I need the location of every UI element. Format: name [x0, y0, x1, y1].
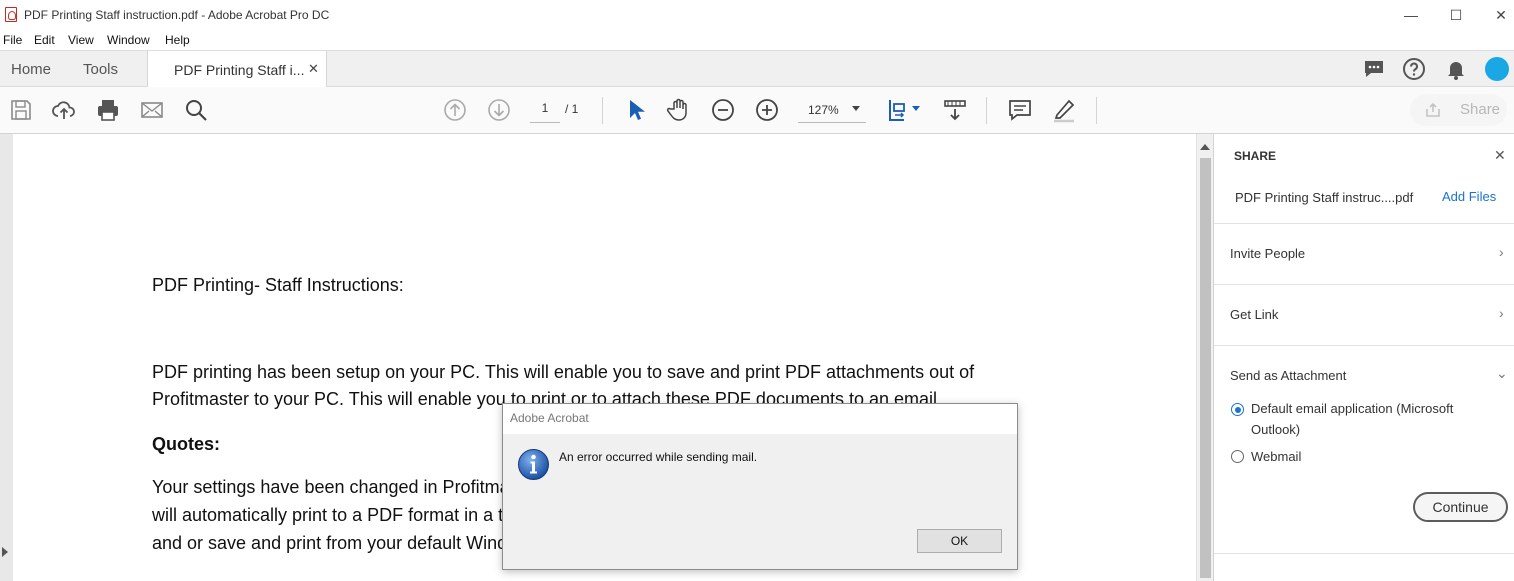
dialog-title-bar[interactable]: Adobe Acrobat: [503, 404, 1017, 434]
minimize-button[interactable]: —: [1388, 0, 1434, 30]
zoom-in-icon[interactable]: [754, 97, 780, 123]
menu-window[interactable]: Window: [107, 33, 150, 47]
get-link-row[interactable]: Get Link ›: [1214, 285, 1514, 345]
chevron-right-icon: ›: [1499, 244, 1504, 260]
scroll-mode-icon[interactable]: [942, 97, 968, 123]
window-title: PDF Printing Staff instruction.pdf - Ado…: [24, 8, 330, 22]
highlight-pen-icon[interactable]: [1051, 97, 1077, 123]
page-number-input[interactable]: 1: [530, 101, 560, 123]
chevron-right-icon: ›: [1499, 305, 1504, 321]
upload-cloud-icon[interactable]: [51, 97, 77, 123]
radio-webmail[interactable]: [1231, 450, 1244, 463]
search-icon[interactable]: [183, 97, 209, 123]
previous-page-icon[interactable]: [442, 97, 468, 123]
share-panel-title: SHARE: [1234, 149, 1277, 163]
save-icon[interactable]: [8, 97, 34, 123]
toolbar-divider: [986, 97, 987, 124]
continue-button[interactable]: Continue: [1413, 492, 1508, 522]
radio-default-email-label: Default email application (Microsoft: [1251, 401, 1454, 416]
tab-home[interactable]: Home: [11, 61, 51, 78]
send-as-attachment-label: Send as Attachment: [1230, 368, 1347, 383]
tab-document-label: PDF Printing Staff i...: [174, 62, 305, 78]
chevron-down-icon[interactable]: [912, 106, 920, 111]
menu-edit[interactable]: Edit: [34, 33, 55, 47]
menu-help[interactable]: Help: [165, 33, 190, 47]
dialog-message: An error occurred while sending mail.: [559, 450, 758, 464]
share-panel: SHARE ✕ PDF Printing Staff instruc....pd…: [1213, 134, 1514, 581]
toolbar-divider: [602, 97, 603, 124]
menu-bar: File Edit View Window Help: [0, 30, 1514, 50]
share-button[interactable]: Share: [1410, 94, 1507, 126]
get-link-label: Get Link: [1230, 307, 1279, 322]
chevron-down-icon[interactable]: [852, 106, 860, 111]
radio-default-email[interactable]: [1231, 403, 1244, 416]
hand-tool-icon[interactable]: [666, 97, 692, 123]
add-files-link[interactable]: Add Files: [1442, 189, 1496, 204]
zoom-level-select[interactable]: 127%: [798, 101, 866, 123]
chevron-down-icon: ⌄: [1496, 365, 1508, 381]
share-upload-icon: [1426, 102, 1440, 117]
close-window-button[interactable]: ✕: [1478, 0, 1514, 30]
error-dialog: Adobe Acrobat An error occurred while se…: [502, 403, 1018, 570]
title-bar: PDF Printing Staff instruction.pdf - Ado…: [0, 0, 1514, 30]
send-as-attachment-row[interactable]: Send as Attachment ⌄: [1214, 346, 1514, 391]
page-total: / 1: [565, 102, 579, 116]
menu-file[interactable]: File: [3, 33, 22, 47]
doc-heading: PDF Printing- Staff Instructions:: [152, 275, 404, 295]
comment-bubble-icon[interactable]: [1362, 57, 1386, 81]
print-icon[interactable]: [95, 97, 121, 123]
radio-webmail-label: Webmail: [1251, 449, 1302, 464]
doc-paragraph-line: PDF printing has been setup on your PC. …: [152, 362, 975, 382]
email-icon[interactable]: [139, 97, 165, 123]
vertical-scrollbar[interactable]: [1196, 134, 1213, 581]
share-button-label: Share: [1460, 101, 1501, 118]
menu-view[interactable]: View: [68, 33, 94, 47]
ok-button[interactable]: OK: [917, 529, 1002, 553]
expand-left-panel-icon[interactable]: [2, 547, 8, 557]
scrollbar-thumb[interactable]: [1200, 158, 1211, 578]
invite-people-label: Invite People: [1230, 246, 1306, 261]
close-panel-icon[interactable]: ✕: [1494, 147, 1506, 164]
maximize-button[interactable]: ☐: [1433, 0, 1479, 30]
toolbar-divider: [1096, 97, 1097, 124]
scroll-up-arrow-icon[interactable]: [1200, 144, 1210, 150]
acrobat-app-icon: [5, 7, 17, 22]
tab-bar: Home Tools PDF Printing Staff i... ✕: [0, 50, 1514, 87]
close-tab-icon[interactable]: ✕: [308, 61, 319, 77]
radio-default-email-label-cont: Outlook): [1251, 422, 1301, 437]
help-icon[interactable]: [1402, 57, 1426, 81]
dialog-title: Adobe Acrobat: [510, 411, 589, 425]
bell-icon[interactable]: [1444, 57, 1468, 81]
next-page-icon[interactable]: [486, 97, 512, 123]
panel-divider: [1214, 553, 1514, 554]
doc-subheading-quotes: Quotes:: [152, 434, 221, 454]
share-file-name: PDF Printing Staff instruc....pdf: [1235, 190, 1414, 205]
tab-tools[interactable]: Tools: [83, 61, 118, 78]
invite-people-row[interactable]: Invite People ›: [1214, 224, 1514, 284]
toolbar: 1 / 1 127% Share: [0, 87, 1514, 134]
zoom-out-icon[interactable]: [710, 97, 736, 123]
page-fit-icon[interactable]: [886, 97, 912, 123]
tab-document[interactable]: PDF Printing Staff i... ✕: [147, 51, 327, 87]
info-icon: [518, 449, 549, 480]
avatar[interactable]: [1485, 57, 1509, 81]
select-cursor-icon[interactable]: [622, 97, 648, 123]
add-comment-icon[interactable]: [1007, 97, 1033, 123]
